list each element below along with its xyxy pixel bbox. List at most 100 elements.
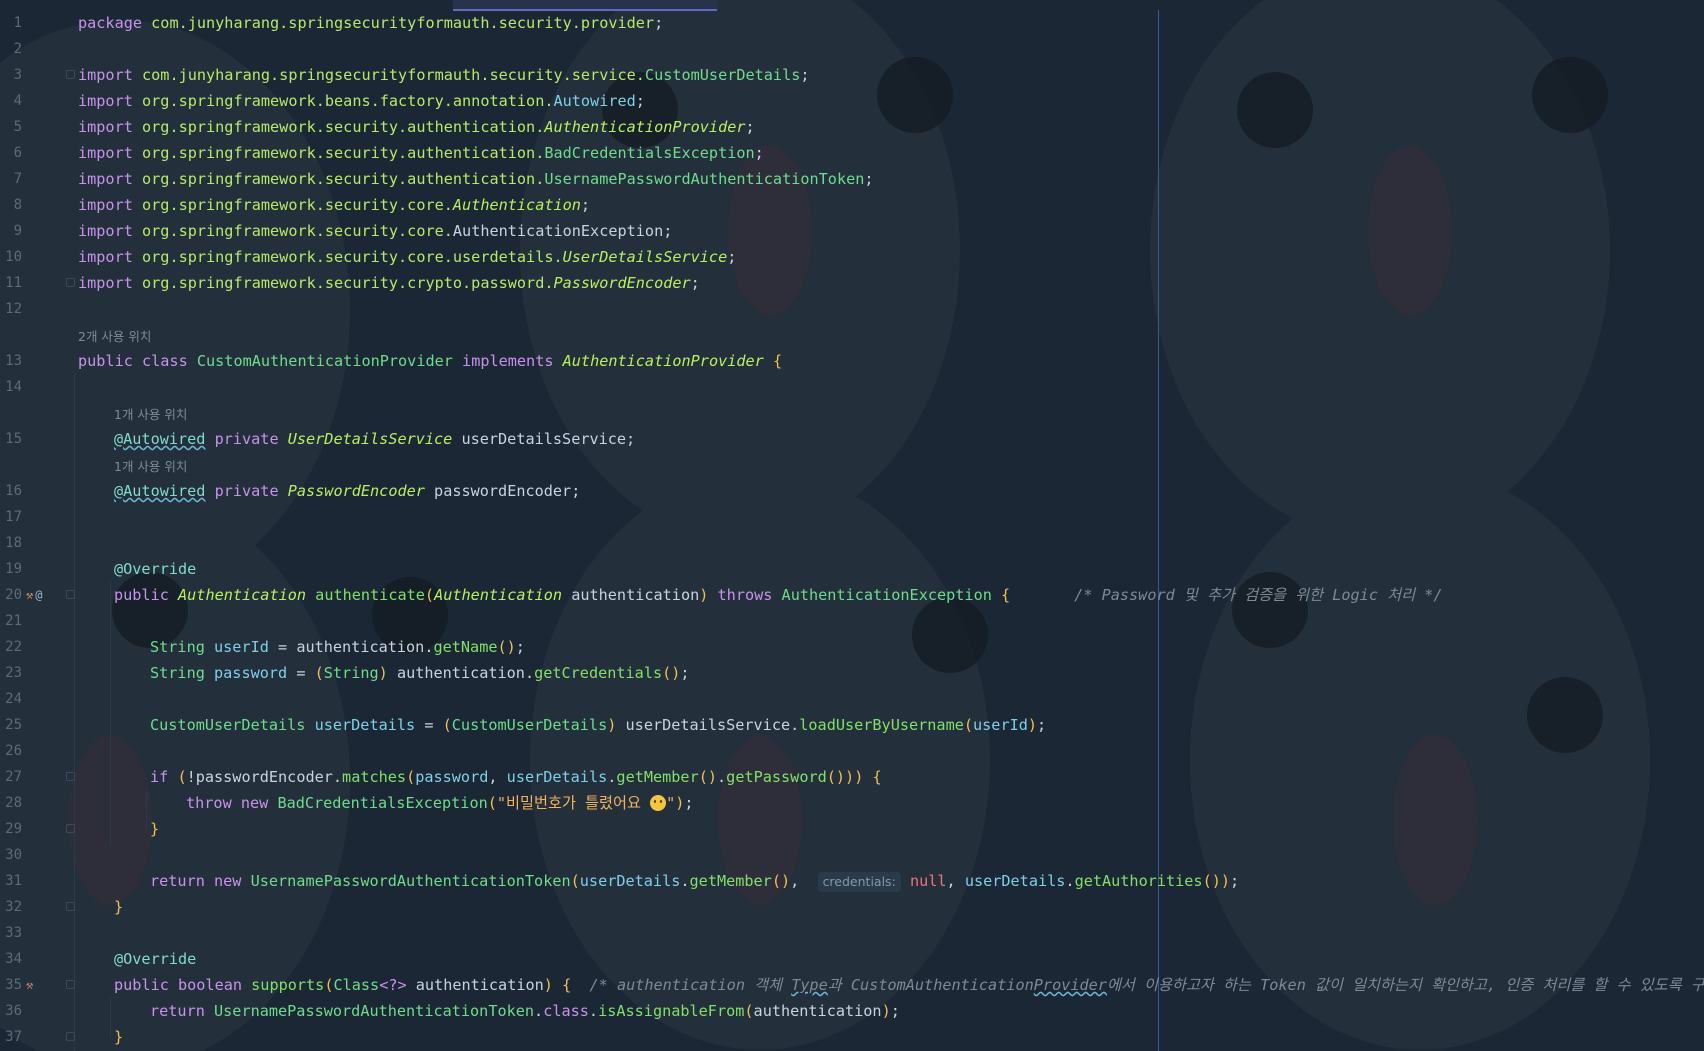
code-line[interactable]: 12	[0, 296, 1704, 322]
line-code[interactable]: CustomUserDetails userDetails = (CustomU…	[150, 712, 1046, 738]
line-code[interactable]: import org.springframework.security.auth…	[78, 140, 764, 166]
code-editor[interactable]: 1 package com.junyharang.springsecurityfo…	[0, 10, 1704, 1050]
line-number[interactable]: 19	[0, 556, 22, 582]
line-number[interactable]: 8	[0, 192, 22, 218]
line-code[interactable]: import org.springframework.security.core…	[78, 218, 672, 244]
fold-marker-icon[interactable]	[66, 590, 75, 599]
usage-hint[interactable]: 1개 사용 위치	[114, 402, 187, 428]
line-number[interactable]: 14	[0, 374, 22, 400]
line-number[interactable]: 7	[0, 166, 22, 192]
line-code[interactable]: @Override	[114, 946, 196, 972]
gutter-icons[interactable]: ⚒ @	[26, 582, 42, 608]
at-override-icon[interactable]: @	[35, 588, 42, 602]
line-code[interactable]: }	[114, 894, 123, 920]
line-number[interactable]: 22	[0, 634, 22, 660]
code-line[interactable]: 27 if (!passwordEncoder.matches(password,…	[0, 764, 1704, 790]
code-line[interactable]: 10 import org.springframework.security.co…	[0, 244, 1704, 270]
code-line[interactable]: 6 import org.springframework.security.aut…	[0, 140, 1704, 166]
line-code[interactable]: import org.springframework.security.cryp…	[78, 270, 700, 296]
code-line[interactable]: 23 String password = (String) authenticat…	[0, 660, 1704, 686]
code-line[interactable]: 37}	[0, 1024, 1704, 1050]
code-line[interactable]: 3 import com.junyharang.springsecurityfor…	[0, 62, 1704, 88]
line-code[interactable]: import org.springframework.security.core…	[78, 192, 590, 218]
line-number[interactable]: 29	[0, 816, 22, 842]
line-number[interactable]: 21	[0, 608, 22, 634]
line-number[interactable]: 32	[0, 894, 22, 920]
line-number[interactable]: 15	[0, 426, 22, 452]
line-number[interactable]: 13	[0, 348, 22, 374]
code-line[interactable]: 15 @Autowired private UserDetailsService …	[0, 426, 1704, 452]
line-code[interactable]: import org.springframework.security.core…	[78, 244, 736, 270]
code-line[interactable]: 19 @Override	[0, 556, 1704, 582]
line-number[interactable]: 9	[0, 218, 22, 244]
fold-marker-icon[interactable]	[66, 70, 75, 79]
code-line[interactable]: 31 return new UsernamePasswordAuthenticat…	[0, 868, 1704, 894]
line-number[interactable]: 4	[0, 88, 22, 114]
line-number[interactable]: 17	[0, 504, 22, 530]
line-number[interactable]: 36	[0, 998, 22, 1024]
implementation-icon[interactable]: ⚒	[26, 978, 33, 992]
code-line[interactable]: 4 import org.springframework.beans.factor…	[0, 88, 1704, 114]
code-line[interactable]: 35 ⚒ public boolean supports(Class<?> auth…	[0, 972, 1704, 998]
fold-marker-icon[interactable]	[66, 824, 75, 833]
code-line[interactable]: 33	[0, 920, 1704, 946]
line-number[interactable]: 35	[0, 972, 22, 998]
fold-marker-icon[interactable]	[66, 772, 75, 781]
line-number[interactable]: 23	[0, 660, 22, 686]
code-line[interactable]: 1 package com.junyharang.springsecurityfo…	[0, 10, 1704, 36]
line-code[interactable]: return new UsernamePasswordAuthenticatio…	[150, 868, 1239, 894]
code-line[interactable]: 26	[0, 738, 1704, 764]
line-code[interactable]: @Override	[114, 556, 196, 582]
code-line[interactable]: 2	[0, 36, 1704, 62]
line-number[interactable]: 5	[0, 114, 22, 140]
line-code[interactable]: package com.junyharang.springsecurityfor…	[78, 10, 663, 36]
line-number[interactable]: 16	[0, 478, 22, 504]
line-code[interactable]: }	[114, 1024, 123, 1050]
usage-hint[interactable]: 2개 사용 위치	[78, 324, 151, 350]
fold-marker-icon[interactable]	[66, 902, 75, 911]
line-code[interactable]: import org.springframework.security.auth…	[78, 114, 755, 140]
line-number[interactable]: 10	[0, 244, 22, 270]
fold-marker-icon[interactable]	[66, 1032, 75, 1041]
line-number[interactable]: 24	[0, 686, 22, 712]
line-number[interactable]: 26	[0, 738, 22, 764]
line-number[interactable]: 37	[0, 1024, 22, 1050]
code-line[interactable]: 11 import org.springframework.security.cr…	[0, 270, 1704, 296]
implementation-icon[interactable]: ⚒	[26, 588, 33, 602]
code-line[interactable]: 18	[0, 530, 1704, 556]
gutter-icons[interactable]: ⚒	[26, 972, 33, 998]
code-line[interactable]: 9 import org.springframework.security.cor…	[0, 218, 1704, 244]
line-code[interactable]: if (!passwordEncoder.matches(password, u…	[150, 764, 882, 790]
fold-marker-icon[interactable]	[66, 278, 75, 287]
fold-marker-icon[interactable]	[66, 980, 75, 989]
code-line[interactable]: 13 public class CustomAuthenticationProvi…	[0, 348, 1704, 374]
code-line[interactable]: 32}	[0, 894, 1704, 920]
line-code[interactable]: return UsernamePasswordAuthenticationTok…	[150, 998, 900, 1024]
code-line[interactable]: 5 import org.springframework.security.aut…	[0, 114, 1704, 140]
line-code[interactable]: String password = (String) authenticatio…	[150, 660, 690, 686]
code-line[interactable]: 29}	[0, 816, 1704, 842]
line-code[interactable]: @Autowired private UserDetailsService us…	[114, 426, 635, 452]
line-number[interactable]: 30	[0, 842, 22, 868]
line-number[interactable]: 6	[0, 140, 22, 166]
line-code[interactable]: import org.springframework.beans.factory…	[78, 88, 645, 114]
line-number[interactable]: 2	[0, 36, 22, 62]
line-code[interactable]: @Autowired private PasswordEncoder passw…	[114, 478, 580, 504]
line-number[interactable]: 3	[0, 62, 22, 88]
line-code[interactable]: throw new BadCredentialsException("비밀번호가…	[186, 790, 694, 816]
code-line[interactable]: 20 ⚒ @ public Authentication authenticate(A…	[0, 582, 1704, 608]
code-line[interactable]: 8 import org.springframework.security.cor…	[0, 192, 1704, 218]
code-line[interactable]: 25 CustomUserDetails userDetails = (Custo…	[0, 712, 1704, 738]
code-line[interactable]: 17	[0, 504, 1704, 530]
code-line[interactable]: 24	[0, 686, 1704, 712]
code-line[interactable]: 7 import org.springframework.security.aut…	[0, 166, 1704, 192]
usage-hint[interactable]: 1개 사용 위치	[114, 454, 187, 480]
line-number[interactable]: 25	[0, 712, 22, 738]
line-number[interactable]: 12	[0, 296, 22, 322]
line-code[interactable]: public boolean supports(Class<?> authent…	[114, 972, 1704, 998]
line-number[interactable]: 31	[0, 868, 22, 894]
code-line[interactable]: 36 return UsernamePasswordAuthenticationT…	[0, 998, 1704, 1024]
code-line[interactable]: 34 @Override	[0, 946, 1704, 972]
line-number[interactable]: 1	[0, 10, 22, 36]
code-line[interactable]: 14	[0, 374, 1704, 400]
